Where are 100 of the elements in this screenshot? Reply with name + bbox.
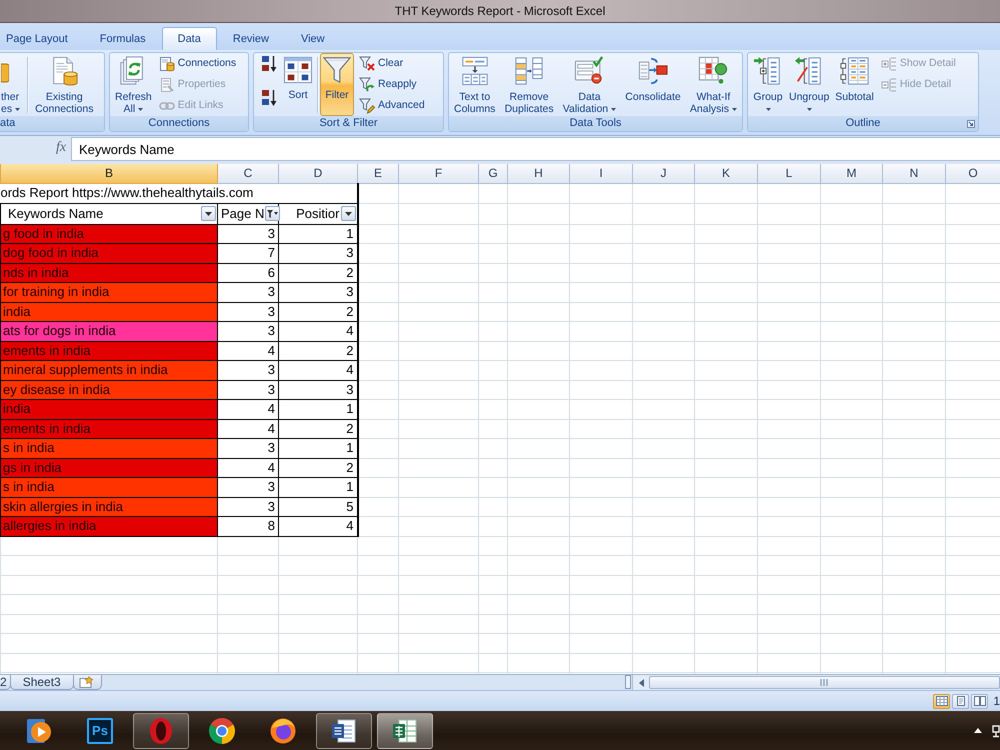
ribbon-button[interactable]: Reapply bbox=[356, 74, 428, 95]
table-cell: 3 bbox=[218, 322, 278, 341]
table-cell: 3 bbox=[218, 302, 278, 322]
table-cell: 4 bbox=[218, 419, 278, 438]
tab-split-handle[interactable] bbox=[625, 675, 631, 689]
subtotal-grid-icon bbox=[840, 56, 870, 86]
taskbar-button[interactable] bbox=[133, 712, 189, 748]
table-cell: ats for dogs in india bbox=[0, 322, 218, 341]
table-cell: s in india bbox=[0, 438, 218, 458]
ribbon-tab[interactable]: Data bbox=[162, 27, 217, 50]
funnel-icon bbox=[322, 56, 352, 84]
table-cell: 3 bbox=[218, 438, 278, 458]
ribbon-button[interactable]: What-If Analysis bbox=[688, 53, 739, 116]
column-header[interactable]: L bbox=[758, 164, 820, 183]
column-header[interactable]: C bbox=[218, 164, 278, 183]
ribbon-button[interactable]: ther es bbox=[0, 53, 22, 116]
ribbon-tab[interactable]: View bbox=[284, 27, 341, 50]
caret-icon bbox=[766, 108, 770, 111]
column-header[interactable]: O bbox=[946, 164, 1000, 183]
taskbar-button[interactable]: Ps bbox=[72, 712, 128, 748]
column-header[interactable]: E bbox=[358, 164, 398, 183]
table-cell: 1 bbox=[278, 400, 358, 419]
field-header: Page N bbox=[220, 206, 264, 222]
filter-button[interactable] bbox=[340, 206, 356, 221]
table-cell: 3 bbox=[278, 244, 358, 263]
table-cell: 4 bbox=[278, 360, 358, 380]
table-cell: skin allergies in india bbox=[0, 497, 218, 516]
database-page-icon bbox=[158, 56, 175, 72]
formula-field[interactable]: Keywords Name bbox=[71, 137, 1000, 161]
scroll-thumb[interactable] bbox=[649, 676, 1000, 689]
column-header[interactable]: N bbox=[882, 164, 946, 183]
insert-function-button[interactable]: fx bbox=[52, 137, 70, 160]
table-cell: 3 bbox=[218, 380, 278, 400]
funnel-icon bbox=[267, 210, 278, 218]
group-label: ata bbox=[0, 117, 16, 130]
table-cell: 4 bbox=[218, 458, 278, 478]
field-header: Keywords Name bbox=[7, 206, 104, 222]
ribbon-button[interactable]: Connections bbox=[156, 53, 240, 74]
funnel-arrows-icon bbox=[359, 76, 375, 92]
view-button[interactable] bbox=[971, 694, 988, 708]
list-rows-icon bbox=[514, 56, 544, 86]
group-label: Sort & Filter bbox=[319, 117, 378, 130]
chrome-icon bbox=[208, 716, 236, 744]
dialog-launcher-icon[interactable] bbox=[967, 120, 975, 128]
ribbon-button[interactable]: Filter bbox=[320, 53, 354, 116]
view-button[interactable] bbox=[933, 694, 950, 708]
column-header[interactable]: I bbox=[570, 164, 632, 183]
table-cell: mineral supplements in india bbox=[0, 360, 218, 380]
ribbon-tab[interactable]: Formulas bbox=[84, 27, 162, 50]
caret-icon bbox=[611, 108, 616, 111]
ribbon-button[interactable]: Text to Columns bbox=[452, 53, 498, 116]
column-header[interactable]: D bbox=[278, 164, 358, 183]
table-cell: ements in india bbox=[0, 341, 218, 360]
group-label: Outline bbox=[846, 117, 880, 130]
ribbon-button[interactable]: Consolidate bbox=[623, 53, 683, 116]
ribbon-button[interactable]: Refresh All bbox=[113, 53, 154, 116]
caret-icon bbox=[806, 108, 812, 111]
ribbon-button[interactable]: Group bbox=[751, 53, 785, 116]
zoom-label: 1 bbox=[993, 694, 1000, 708]
table-cell: 3 bbox=[218, 478, 278, 497]
column-header[interactable]: F bbox=[398, 164, 478, 183]
ribbon-button[interactable]: Subtotal bbox=[833, 53, 876, 116]
ribbon-button[interactable]: Ungroup bbox=[787, 53, 832, 116]
form-check-icon bbox=[574, 56, 604, 86]
table-cell: india bbox=[0, 302, 218, 322]
column-header[interactable]: G bbox=[478, 164, 508, 183]
table-cell: 1 bbox=[278, 438, 358, 458]
table-split-icon bbox=[460, 56, 490, 86]
table-cell: 3 bbox=[218, 224, 278, 244]
table-cell: 2 bbox=[278, 458, 358, 478]
column-header[interactable]: K bbox=[694, 164, 758, 183]
ribbon-tab[interactable]: Page Layout bbox=[0, 27, 84, 50]
ribbon-button[interactable]: Clear bbox=[356, 53, 428, 74]
column-header[interactable]: B bbox=[0, 164, 218, 183]
ribbon-button[interactable]: Data Validation bbox=[560, 53, 618, 116]
column-header[interactable]: H bbox=[508, 164, 570, 183]
taskbar-button[interactable] bbox=[316, 712, 372, 748]
ribbon-button[interactable]: Sort bbox=[281, 53, 315, 116]
table-cell: for training in india bbox=[0, 282, 218, 302]
column-header[interactable]: J bbox=[632, 164, 694, 183]
ribbon-button[interactable]: Advanced bbox=[356, 95, 428, 116]
ribbon-button[interactable]: Existing Connections bbox=[33, 53, 96, 116]
column-header[interactable]: M bbox=[820, 164, 882, 183]
table-cell: 2 bbox=[278, 263, 358, 282]
taskbar-button[interactable] bbox=[377, 712, 433, 748]
caret-icon bbox=[138, 108, 144, 111]
ribbon-button[interactable]: Remove Duplicates bbox=[502, 53, 556, 116]
filter-button[interactable] bbox=[201, 206, 216, 221]
table-cell: g food in india bbox=[0, 224, 218, 244]
sheet-tab[interactable]: Sheet3 bbox=[10, 675, 74, 690]
insert-sheet-button[interactable] bbox=[72, 675, 102, 690]
minus-lines-icon bbox=[880, 76, 897, 92]
field-header: Positior bbox=[295, 206, 340, 222]
table-cell: india bbox=[0, 400, 218, 419]
table-cell: 1 bbox=[278, 224, 358, 244]
arrow-left-icon bbox=[638, 678, 644, 686]
ribbon-tab[interactable]: Review bbox=[216, 27, 285, 50]
sheet-tab[interactable]: 2 bbox=[0, 675, 11, 690]
filter-button[interactable] bbox=[265, 206, 280, 221]
view-button[interactable] bbox=[952, 694, 970, 708]
